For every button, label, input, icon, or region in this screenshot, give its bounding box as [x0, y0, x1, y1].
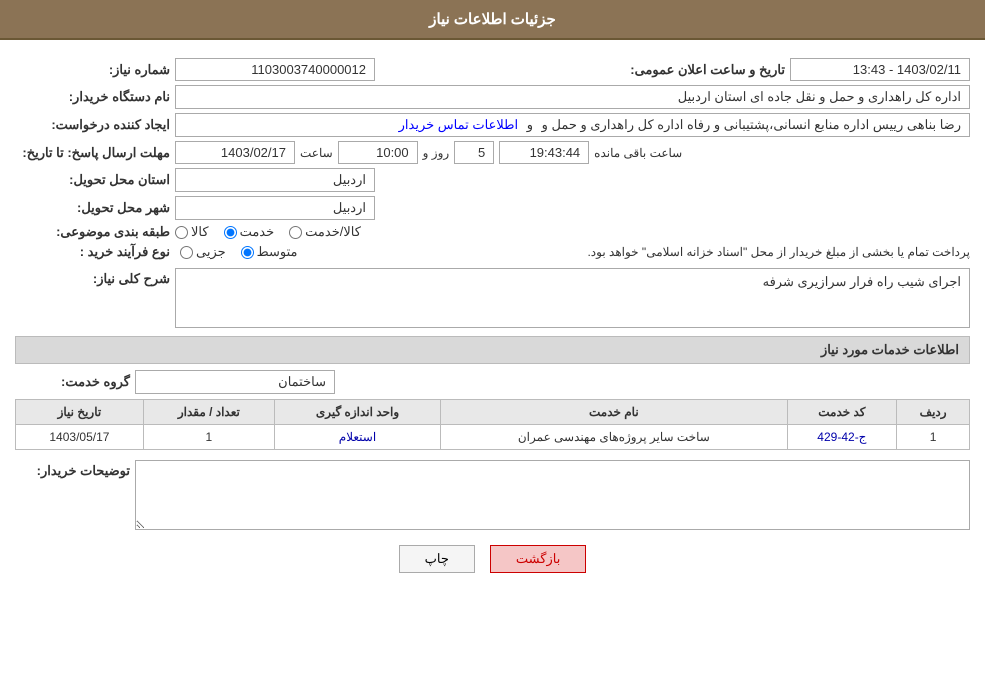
days-label: روز و: [423, 146, 450, 160]
need-description-value: اجرای شیب راه فرار سرازیری شرفه: [175, 268, 970, 328]
purchase-type-label: نوع فرآیند خرید :: [15, 244, 175, 260]
category-khedmat-radio[interactable]: [224, 226, 237, 239]
type-jozii[interactable]: جزیی: [180, 244, 226, 260]
col-service-code: کد خدمت: [787, 400, 897, 425]
creator-value: رضا بناهی رییس اداره منابع انسانی،پشتیبا…: [175, 113, 970, 137]
cell-quantity: 1: [143, 425, 274, 450]
need-description-label: شرح کلی نیاز:: [15, 268, 175, 287]
announce-date-label: تاریخ و ساعت اعلان عمومی:: [620, 62, 790, 78]
type-jozii-radio[interactable]: [180, 246, 193, 259]
service-group-value: ساختمان: [135, 370, 335, 394]
col-unit: واحد اندازه گیری: [274, 400, 440, 425]
print-button[interactable]: چاپ: [399, 545, 475, 573]
cell-unit: استعلام: [274, 425, 440, 450]
response-deadline-date: 1403/02/17: [175, 141, 295, 164]
page-header: جزئیات اطلاعات نیاز: [0, 0, 985, 40]
back-button[interactable]: بازگشت: [490, 545, 586, 573]
category-khedmat[interactable]: خدمت: [224, 224, 275, 240]
cell-row-num: 1: [897, 425, 970, 450]
buyer-org-value: اداره کل راهداری و حمل و نقل جاده ای است…: [175, 85, 970, 109]
buyer-org-label: نام دستگاه خریدار:: [15, 89, 175, 105]
delivery-province-label: استان محل تحویل:: [15, 172, 175, 188]
col-quantity: تعداد / مقدار: [143, 400, 274, 425]
creator-label: ایجاد کننده درخواست:: [15, 117, 175, 133]
category-khedmat-label: خدمت: [240, 224, 275, 240]
subject-category-label: طبقه بندی موضوعی:: [15, 224, 175, 240]
category-kala-khedmat-radio[interactable]: [289, 226, 302, 239]
category-kala-label: کالا: [191, 224, 209, 240]
type-motavvaset-label: متوسط: [257, 244, 298, 260]
cell-date: 1403/05/17: [16, 425, 144, 450]
services-table: ردیف کد خدمت نام خدمت واحد اندازه گیری ت…: [15, 399, 970, 450]
service-group-label: گروه خدمت:: [15, 374, 135, 390]
purchase-type-group: جزیی متوسط: [180, 244, 298, 260]
buttons-row: بازگشت چاپ: [15, 545, 970, 573]
creator-contact-link[interactable]: اطلاعات تماس خریدار: [399, 117, 518, 132]
delivery-province-value: اردبیل: [175, 168, 375, 192]
type-motavvaset[interactable]: متوسط: [241, 244, 298, 260]
response-deadline-remaining: 19:43:44: [499, 141, 589, 164]
purchase-type-description: پرداخت تمام یا بخشی از مبلغ خریدار از مح…: [308, 245, 970, 259]
category-kala-khedmat-label: کالا/خدمت: [305, 224, 361, 240]
table-row: 1 ج-42-429 ساخت سایر پروژه‌های مهندسی عم…: [16, 425, 970, 450]
response-deadline-days: 5: [454, 141, 494, 164]
cell-service-name: ساخت سایر پروژه‌های مهندسی عمران: [441, 425, 787, 450]
type-motavvaset-radio[interactable]: [241, 246, 254, 259]
type-jozii-label: جزیی: [196, 244, 226, 260]
category-kala-khedmat[interactable]: کالا/خدمت: [289, 224, 361, 240]
need-description-text: اجرای شیب راه فرار سرازیری شرفه: [763, 274, 961, 289]
buyer-description-textarea[interactable]: [135, 460, 970, 530]
services-section-title: اطلاعات خدمات مورد نیاز: [15, 336, 970, 364]
category-kala[interactable]: کالا: [175, 224, 209, 240]
col-date: تاریخ نیاز: [16, 400, 144, 425]
creator-text: رضا بناهی رییس اداره منابع انسانی،پشتیبا…: [542, 117, 961, 132]
category-kala-radio[interactable]: [175, 226, 188, 239]
delivery-city-value: اردبیل: [175, 196, 375, 220]
col-row-num: ردیف: [897, 400, 970, 425]
remaining-label: ساعت باقی مانده: [594, 146, 682, 160]
need-number-label: شماره نیاز:: [15, 62, 175, 78]
response-deadline-time: 10:00: [338, 141, 418, 164]
announce-date-value: 1403/02/11 - 13:43: [790, 58, 970, 81]
delivery-city-label: شهر محل تحویل:: [15, 200, 175, 216]
col-service-name: نام خدمت: [441, 400, 787, 425]
time-label: ساعت: [300, 146, 333, 160]
page-title: جزئیات اطلاعات نیاز: [429, 11, 556, 28]
response-deadline-label: مهلت ارسال پاسخ: تا تاریخ:: [15, 145, 175, 161]
buyer-description-label: توضیحات خریدار:: [15, 460, 135, 479]
subject-category-group: کالا خدمت کالا/خدمت: [175, 224, 361, 240]
need-number-value: 1103003740000012: [175, 58, 375, 81]
cell-service-code: ج-42-429: [787, 425, 897, 450]
